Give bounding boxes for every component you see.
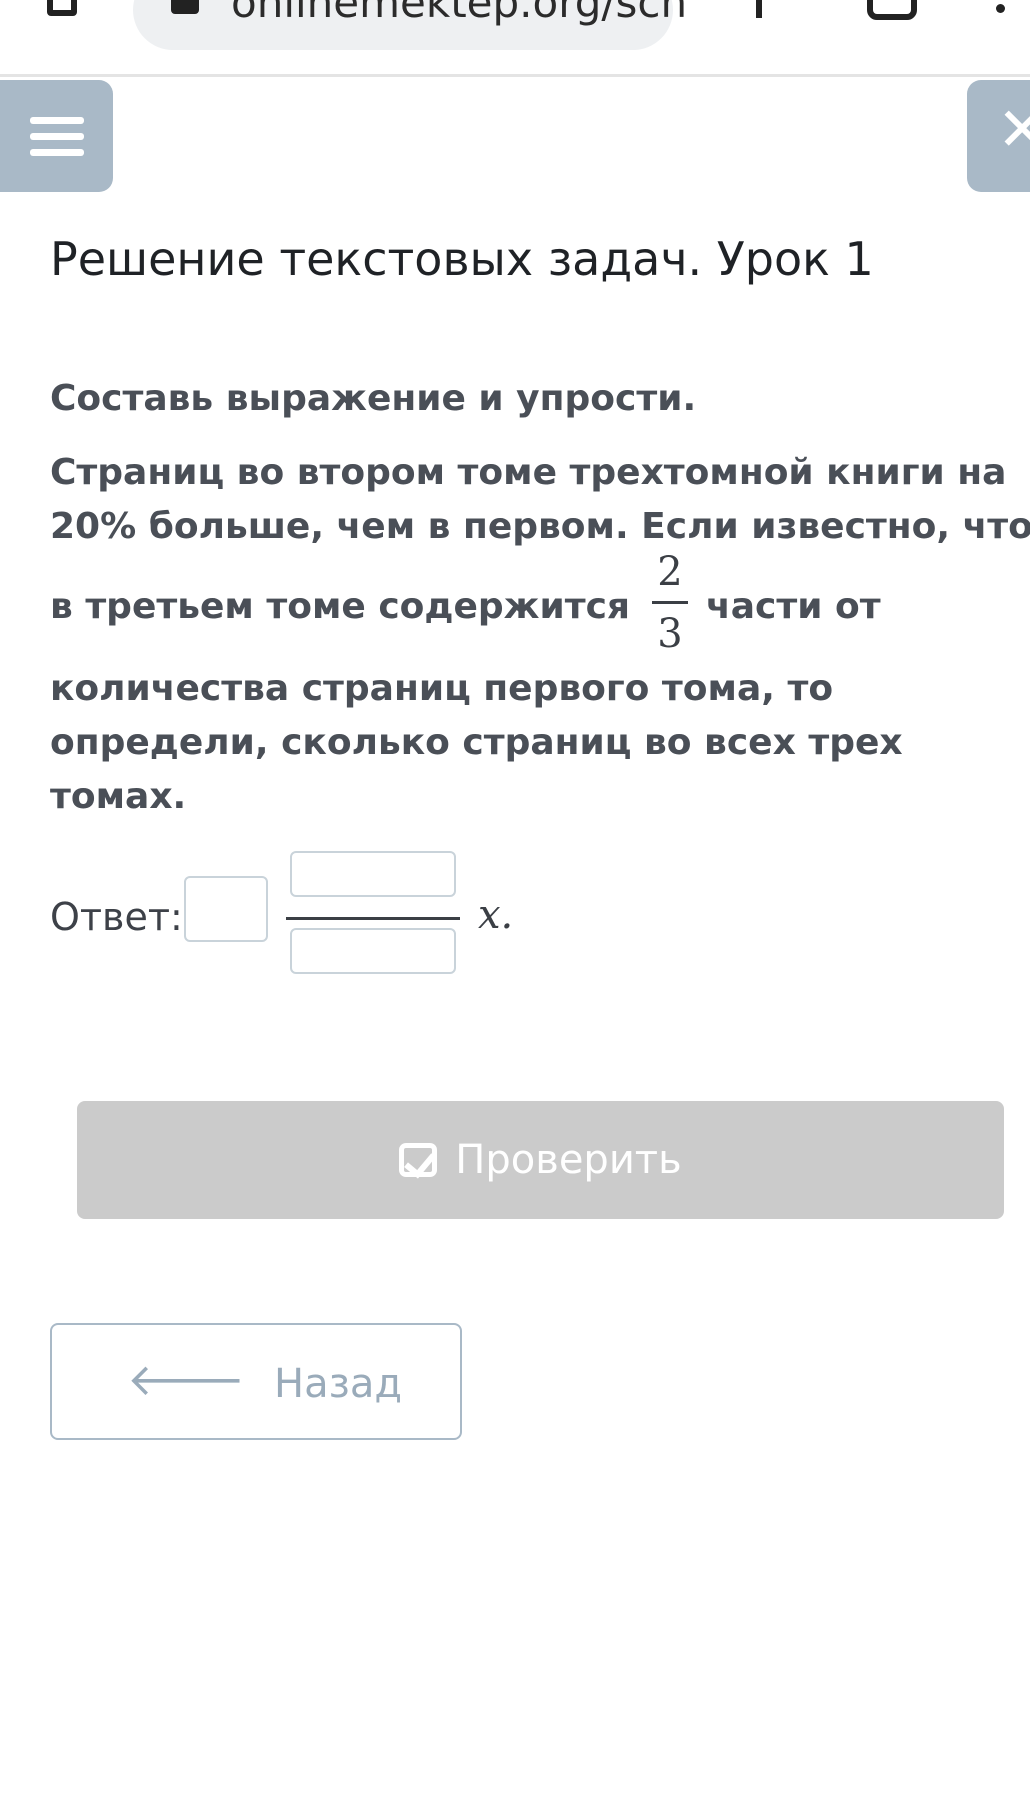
answer-denominator-input[interactable] — [290, 928, 456, 974]
browser-toolbar: onlinemektep.org/sch — [0, 0, 1030, 77]
problem-fraction: 2 3 — [652, 552, 688, 654]
fraction-numerator: 2 — [657, 549, 683, 595]
problem-text-line-3: в третьем томе содержится — [50, 586, 631, 627]
problem-text-line-4: количества страниц первого тома, то — [50, 668, 834, 709]
problem-text-line-1: Страниц во втором томе трехтомной книги … — [50, 452, 1007, 493]
problem-text-after-fraction: части от — [706, 586, 881, 627]
menu-dots-icon[interactable] — [996, 0, 1006, 20]
url-text: onlinemektep.org/sch — [231, 0, 688, 27]
answer-variable: x. — [478, 892, 514, 938]
problem-text-line-6: томах. — [50, 776, 187, 817]
page-title: Решение текстовых задач. Урок 1 — [50, 232, 874, 286]
answer-fraction-bar — [286, 917, 460, 920]
address-bar[interactable]: onlinemektep.org/sch — [133, 0, 687, 50]
answer-numerator-input[interactable] — [290, 851, 456, 897]
lock-icon — [171, 0, 199, 14]
arrow-left-icon: 🡐 — [127, 1355, 245, 1406]
fraction-bar — [652, 601, 688, 604]
check-square-icon — [399, 1143, 438, 1177]
tabs-count-icon[interactable] — [867, 0, 917, 20]
menu-button[interactable] — [0, 80, 113, 192]
problem-text-line-5: определи, сколько страниц во всех трех — [50, 722, 903, 763]
back-button[interactable]: 🡐 Назад — [50, 1323, 462, 1440]
check-button-label: Проверить — [455, 1137, 682, 1183]
tab-switch-icon[interactable] — [47, 0, 77, 16]
close-button[interactable]: ✕ — [967, 80, 1030, 192]
answer-whole-input[interactable] — [184, 876, 268, 942]
hamburger-icon — [30, 117, 84, 157]
back-button-label: Назад — [274, 1361, 403, 1407]
problem-text-line-2: 20% больше, чем в первом. Если известно,… — [50, 506, 1030, 547]
check-button[interactable]: Проверить — [77, 1101, 1004, 1219]
answer-label: Ответ: — [50, 895, 183, 939]
new-tab-icon[interactable] — [756, 0, 762, 18]
fraction-denominator: 3 — [657, 611, 683, 657]
close-icon: ✕ — [997, 95, 1030, 165]
task-instruction: Составь выражение и упрости. — [50, 378, 697, 419]
